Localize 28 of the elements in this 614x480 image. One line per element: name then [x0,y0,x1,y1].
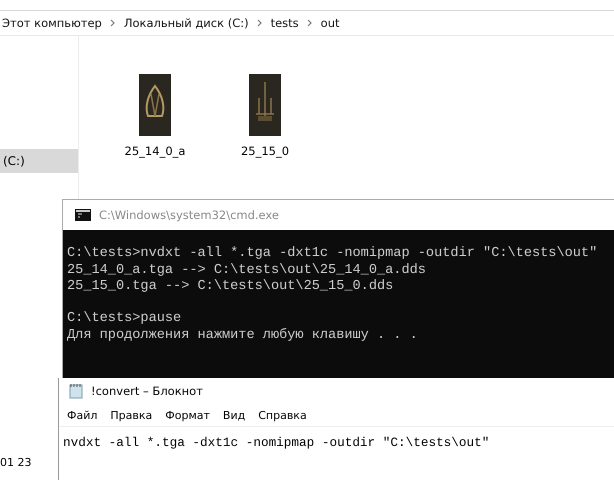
chevron-icon [256,19,263,27]
chevron-icon [306,19,313,27]
file-name[interactable]: 25_14_0_a [124,144,186,158]
image-thumbnail-icon[interactable] [249,74,281,136]
breadcrumb-item[interactable]: tests [270,16,299,30]
console-line: C:\tests>pause [67,311,182,328]
breadcrumb-item[interactable]: out [320,16,340,30]
console-line: C:\tests>nvdxt -all *.tga -dxt1c -nomipmap -outdir "C:\tests\out" [67,246,598,263]
console-line: 25_14_0_a.tga --> C:\tests\out\25_14_0_a.dds [67,262,427,279]
status-text: 01 23 [0,456,32,469]
notepad-icon [69,383,83,399]
menu-item[interactable]: Формат [165,408,210,422]
image-thumbnail-icon[interactable] [139,74,171,136]
console-icon [75,209,91,221]
breadcrumb-item[interactable]: Локальный диск (C:) [124,16,249,30]
console-line: 25_15_0.tga --> C:\tests\out\25_15_0.dds [67,278,394,296]
menu-item[interactable]: Справка [258,408,307,422]
sidebar-item[interactable]: (C:) [0,149,78,173]
menu-item[interactable]: Файл [67,408,98,422]
window-title: !convert – Блокнот [91,384,203,398]
window-title: C:\Windows\system32\cmd.exe [99,208,279,222]
text-content[interactable]: nvdxt -all *.tga -dxt1c -nomipmap -outdir "C:\tests\out" [63,435,490,450]
chevron-icon [110,19,116,27]
file-name[interactable]: 25_15_0 [240,144,290,158]
breadcrumb-item[interactable]: Этот компьютер [2,16,102,30]
menu-item[interactable]: Правка [110,408,152,422]
menu-item[interactable]: Вид [222,408,246,422]
console-line: Для продолжения нажмите любую клавишу . . . [67,328,419,344]
